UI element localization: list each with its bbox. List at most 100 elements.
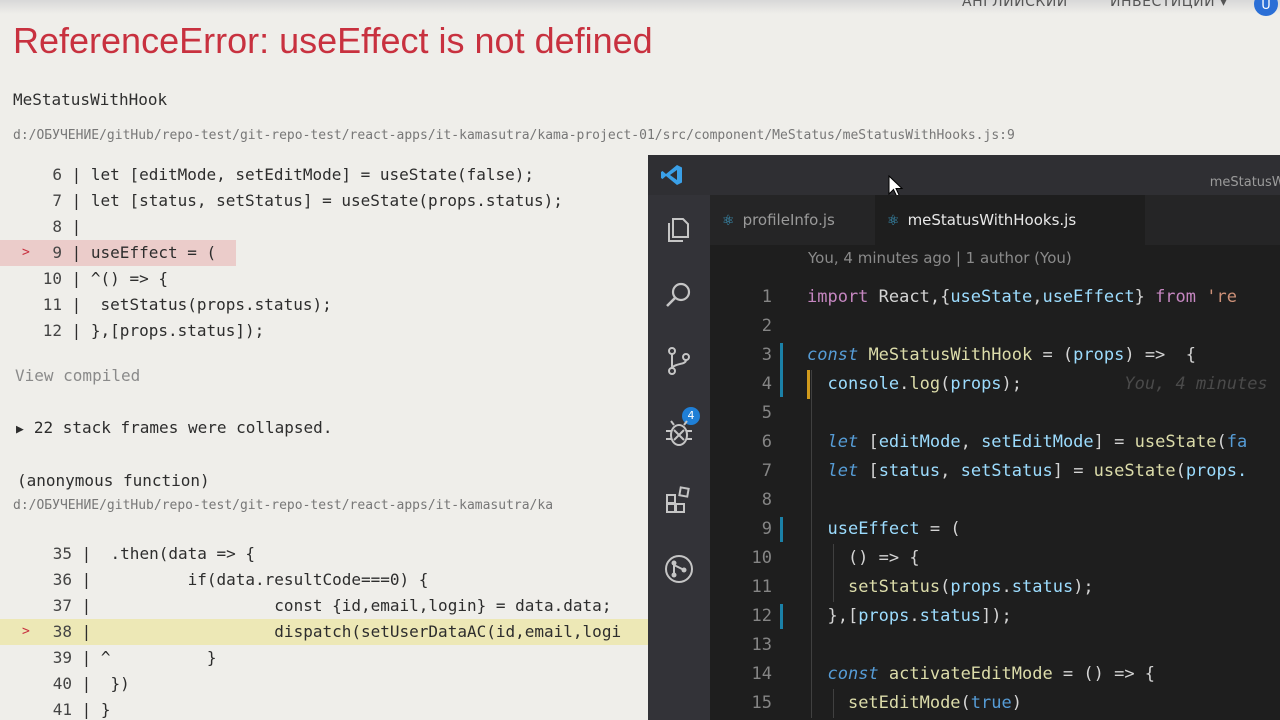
view-compiled-link[interactable]: View compiled: [15, 366, 140, 385]
editor-line: 6 let [editMode, setEditMode] = useState…: [710, 428, 1280, 457]
tab-label: meStatusWithHooks.js: [907, 211, 1077, 229]
code-line: >38 | dispatch(setUserDataAC(id,email,lo…: [0, 619, 650, 645]
code-text: dispatch(setUserDataAC(id,email,logi: [100, 622, 622, 641]
code-line: 10 | ^() => {: [0, 266, 650, 292]
current-line-marker-icon: >: [22, 245, 30, 260]
stack-frame-component: MeStatusWithHook: [13, 90, 168, 109]
code-text: },[props.status]);: [90, 321, 265, 340]
line-number: 41: [52, 700, 72, 719]
code-line: 12 | },[props.status]);: [0, 318, 650, 344]
code-text: () => {: [807, 548, 920, 568]
code-text: let [status, setStatus] = useState(props…: [90, 191, 563, 210]
line-number: 36: [52, 570, 72, 589]
line-number: 10: [42, 269, 62, 288]
code-text: setStatus(props.status);: [847, 577, 1094, 597]
line-number: 7: [761, 461, 772, 481]
code-text: }: [100, 700, 111, 719]
code-text: let [editMode, setEditMode] = useState(f…: [90, 165, 535, 184]
code-text: },[props.status]);: [807, 606, 1012, 626]
line-number: 38: [52, 622, 72, 641]
react-file-icon: ⚛: [887, 213, 900, 229]
line-number: 35: [52, 544, 72, 563]
code-text: const activateEditMode = () => {: [827, 664, 1156, 684]
code-line: 11 | setStatus(props.status);: [0, 292, 650, 318]
editor-line: 9 useEffect = (: [710, 515, 1280, 544]
code-text: let [editMode, setEditMode] = useState(f…: [827, 432, 1248, 452]
editor-line: 14 const activateEditMode = () => {: [710, 660, 1280, 689]
window-title: meStatusWi: [1209, 175, 1280, 190]
code-line: 35 | .then(data => {: [0, 541, 650, 567]
code-text: }): [100, 674, 130, 693]
collapsed-frames-label: 22 stack frames were collapsed.: [33, 418, 333, 437]
gutter-change-marker[interactable]: [780, 343, 783, 397]
error-title: ReferenceError: useEffect is not defined: [13, 20, 653, 61]
gutter-change-marker[interactable]: [780, 604, 783, 629]
line-number: 4: [761, 374, 772, 394]
code-line: 41 | }: [0, 697, 650, 720]
code-editor[interactable]: You, 4 minutes ago | 1 author (You) 1 imp…: [710, 245, 1280, 720]
stack-frame-path[interactable]: d:/ОБУЧЕНИЕ/gitHub/repo-test/git-repo-te…: [13, 498, 553, 513]
code-text: setEditMode(true): [847, 693, 1022, 713]
editor-line: 11 setStatus(props.status);: [710, 573, 1280, 602]
editor-line: 10 () => {: [710, 544, 1280, 573]
tab-mestatuswithhooks[interactable]: ⚛ meStatusWithHooks.js: [875, 195, 1145, 245]
git-history-icon[interactable]: [663, 553, 695, 585]
code-snippet: 6 | let [editMode, setEditMode] = useSta…: [0, 162, 650, 344]
line-number: 7: [52, 191, 62, 210]
line-number: 11: [751, 577, 772, 597]
code-text: .then(data => {: [100, 544, 256, 563]
editor-line: 7 let [status, setStatus] = useState(pro…: [710, 457, 1280, 486]
line-number: 40: [52, 674, 72, 693]
line-number: 1: [761, 287, 772, 307]
activity-bar: 4: [648, 195, 710, 720]
code-text: ^() => {: [90, 269, 168, 288]
gutter-change-marker[interactable]: [780, 517, 783, 542]
editor-line: 2: [710, 312, 1280, 341]
editor-line: 12 },[props.status]);: [710, 602, 1280, 631]
line-number: 2: [761, 316, 772, 336]
stack-frame-component: (anonymous function): [17, 471, 210, 490]
line-number: 9: [52, 243, 62, 262]
code-text: import React,{useState,useEffect} from '…: [807, 287, 1237, 307]
code-text: let [status, setStatus] = useState(props…: [827, 461, 1248, 481]
code-line: >9 | useEffect = (: [0, 240, 236, 266]
react-file-icon: ⚛: [722, 213, 735, 229]
vscode-logo-icon: [661, 165, 682, 185]
menu-link-investments[interactable]: ИНВЕСТИЦИИ ▾: [1110, 0, 1228, 10]
line-number: 12: [42, 321, 62, 340]
codelens-blame[interactable]: You, 4 minutes ago | 1 author (You): [808, 249, 1072, 267]
editor-line: 13: [710, 631, 1280, 660]
code-line: 6 | let [editMode, setEditMode] = useSta…: [0, 162, 650, 188]
stack-frame-path[interactable]: d:/ОБУЧЕНИЕ/gitHub/repo-test/git-repo-te…: [13, 128, 1015, 143]
line-number: 10: [751, 548, 772, 568]
current-line-marker-icon: >: [22, 624, 30, 639]
debug-icon[interactable]: [663, 417, 695, 449]
tab-label: profileInfo.js: [742, 211, 835, 229]
code-line: 39 | ^ }: [0, 645, 650, 671]
editor-tabs: ⚛ profileInfo.js ⚛ meStatusWithHooks.js: [710, 195, 1280, 245]
tab-profileinfo[interactable]: ⚛ profileInfo.js: [710, 195, 868, 245]
line-number: 15: [751, 693, 772, 713]
menu-link-english[interactable]: АНГЛИЙСКИЙ: [962, 0, 1068, 10]
source-control-icon[interactable]: [663, 345, 695, 377]
code-line: 37 | const {id,email,login} = data.data;: [0, 593, 650, 619]
explorer-icon[interactable]: [663, 213, 695, 245]
collapsed-frames-toggle[interactable]: ▶ 22 stack frames were collapsed.: [16, 418, 332, 437]
line-number: 13: [751, 635, 772, 655]
line-number: 6: [761, 432, 772, 452]
line-number: 8: [52, 217, 62, 236]
search-icon[interactable]: [663, 279, 695, 311]
code-text: useEffect = (: [90, 243, 217, 262]
current-line-highlight: [807, 370, 1280, 399]
editor-line: 8: [710, 486, 1280, 515]
line-number: 39: [52, 648, 72, 667]
line-number: 9: [761, 519, 772, 539]
line-number: 37: [52, 596, 72, 615]
code-text: ^ }: [100, 648, 217, 667]
code-line: 36 | if(data.resultCode===0) {: [0, 567, 650, 593]
code-text: const {id,email,login} = data.data;: [100, 596, 612, 615]
line-number: 14: [751, 664, 772, 684]
line-number: 12: [751, 606, 772, 626]
code-text: useEffect = (: [827, 519, 961, 539]
extensions-icon[interactable]: [663, 483, 695, 515]
